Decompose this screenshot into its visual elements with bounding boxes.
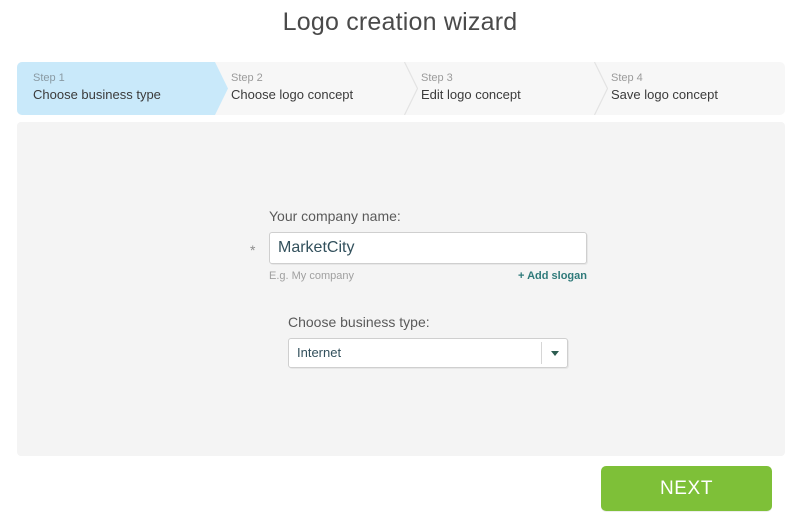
select-divider: [541, 342, 542, 364]
required-asterisk: *: [250, 241, 256, 258]
page-title: Logo creation wizard: [282, 8, 518, 36]
company-name-hint: E.g. My company: [269, 270, 354, 282]
step-item-1[interactable]: Step 1 Choose business type: [17, 62, 228, 115]
chevron-right-icon: [214, 62, 228, 115]
step-label-3: Edit logo concept: [421, 87, 521, 102]
add-slogan-link[interactable]: + Add slogan: [518, 270, 587, 282]
wizard-content-panel: Your company name: * E.g. My company + A…: [17, 122, 785, 456]
business-type-selected-value: Internet: [297, 345, 342, 360]
chevron-right-icon: [594, 62, 608, 115]
business-type-block: Choose business type: Internet: [269, 314, 670, 368]
business-type-form: Your company name: * E.g. My company + A…: [250, 208, 670, 368]
step-number-1: Step 1: [33, 72, 65, 84]
next-button[interactable]: NEXT: [601, 466, 772, 511]
business-type-select[interactable]: Internet: [288, 338, 568, 368]
step-number-2: Step 2: [231, 72, 263, 84]
company-name-hint-row: E.g. My company + Add slogan: [269, 270, 587, 282]
company-name-input[interactable]: [269, 232, 587, 264]
step-item-2[interactable]: Step 2 Choose logo concept: [215, 62, 418, 115]
step-number-4: Step 4: [611, 72, 643, 84]
step-item-3[interactable]: Step 3 Edit logo concept: [405, 62, 608, 115]
step-number-3: Step 3: [421, 72, 453, 84]
step-item-4[interactable]: Step 4 Save logo concept: [595, 62, 785, 115]
step-label-1: Choose business type: [33, 87, 161, 102]
business-type-label: Choose business type:: [288, 314, 430, 330]
company-name-row: *: [250, 232, 670, 264]
step-label-2: Choose logo concept: [231, 87, 354, 102]
chevron-right-icon: [404, 62, 418, 115]
step-label-4: Save logo concept: [611, 87, 718, 102]
chevron-down-icon[interactable]: [551, 351, 559, 356]
wizard-step-bar: Step 1 Choose business type Step 2 Choos…: [17, 62, 785, 115]
company-name-label: Your company name:: [269, 208, 401, 224]
